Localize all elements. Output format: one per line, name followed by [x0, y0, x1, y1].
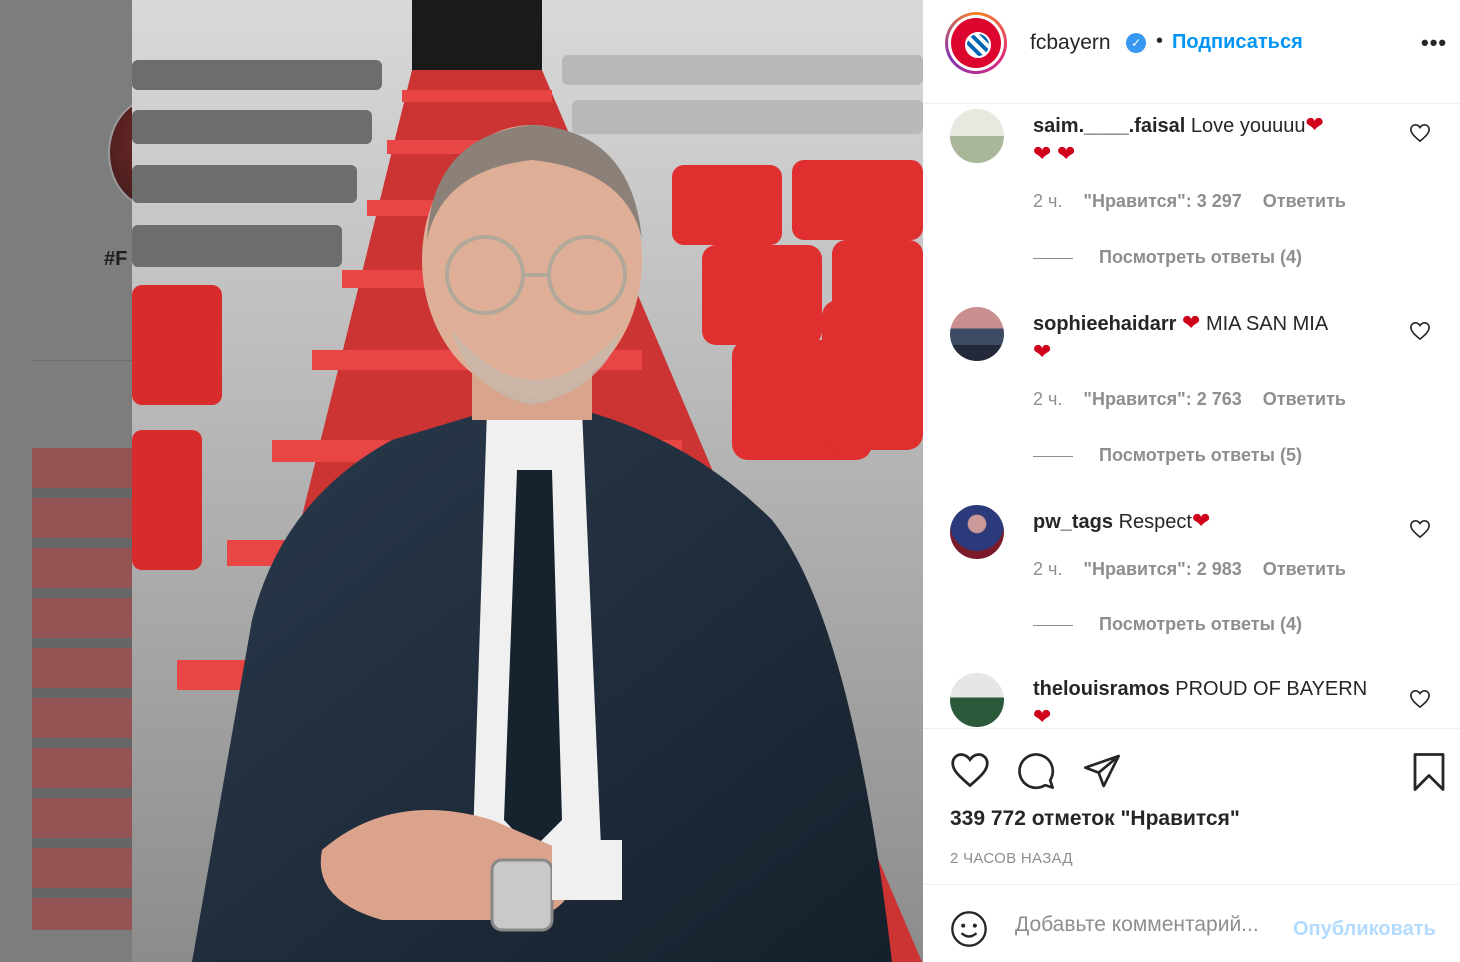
view-replies-button[interactable]: Посмотреть ответы (4)	[1033, 247, 1302, 268]
replies-dash	[1033, 624, 1073, 626]
comment-avatar[interactable]	[950, 109, 1004, 163]
heart-icon[interactable]	[949, 751, 991, 794]
view-replies-label: Посмотреть ответы (4)	[1099, 247, 1302, 267]
comment-username[interactable]: saim.____.faisal	[1033, 115, 1185, 137]
bookmark-icon[interactable]	[1411, 751, 1447, 798]
post-likes-count[interactable]: 339 772 отметок "Нравится"	[950, 807, 1240, 831]
follow-button[interactable]: Подписаться	[1172, 31, 1303, 54]
smile-icon[interactable]	[949, 909, 989, 954]
comment-body: thelouisramos PROUD OF BAYERN ❤	[1033, 675, 1383, 727]
comment-likes[interactable]: "Нравится": 3 297	[1083, 191, 1241, 211]
comment-meta: 2 ч. "Нравится": 2 983 Ответить	[1033, 559, 1362, 580]
heart-emoji-icon: ❤	[1033, 141, 1052, 166]
reply-button[interactable]: Ответить	[1263, 559, 1346, 579]
comment-username[interactable]: pw_tags	[1033, 511, 1113, 533]
author-avatar[interactable]	[945, 12, 1007, 74]
separator-dot: •	[1156, 30, 1164, 52]
comment-time: 2 ч.	[1033, 191, 1063, 211]
post-photo	[132, 0, 923, 962]
background-thumbnail	[32, 448, 132, 930]
comment-text: PROUD OF BAYERN	[1175, 678, 1368, 700]
post-actions: 339 772 отметок "Нравится" 2 ЧАСОВ НАЗАД	[923, 728, 1460, 884]
comment-username[interactable]: thelouisramos	[1033, 678, 1170, 700]
heart-emoji-icon: ❤	[1033, 704, 1052, 727]
heart-emoji-icon: ❤	[1191, 508, 1211, 533]
like-comment-icon[interactable]	[1409, 689, 1431, 714]
comment-likes[interactable]: "Нравится": 2 983	[1083, 559, 1241, 579]
comment-body: pw_tags Respect❤	[1033, 507, 1383, 536]
post-header: fcbayern ✓ • Подписаться •••	[923, 0, 1460, 104]
like-comment-icon[interactable]	[1409, 123, 1431, 148]
comment-avatar[interactable]	[950, 307, 1004, 361]
author-username[interactable]: fcbayern	[1030, 31, 1111, 55]
background-profile-page: #F	[0, 0, 132, 962]
share-icon[interactable]	[1081, 751, 1123, 796]
post-side-panel: fcbayern ✓ • Подписаться ••• saim.____.f…	[923, 0, 1460, 962]
comment-text: Respect	[1118, 511, 1192, 533]
reply-button[interactable]: Ответить	[1263, 191, 1346, 211]
like-comment-icon[interactable]	[1409, 321, 1431, 346]
background-divider	[32, 360, 132, 361]
background-hashtag: #F	[104, 248, 128, 270]
comment-body: sophieehaidarr ❤ MIA SAN MIA ❤	[1033, 309, 1383, 367]
publish-button[interactable]: Опубликовать	[1293, 918, 1436, 941]
comment-meta: 2 ч. "Нравится": 2 763 Ответить	[1033, 389, 1362, 410]
background-avatar	[108, 98, 132, 208]
view-replies-button[interactable]: Посмотреть ответы (4)	[1033, 614, 1302, 635]
comment-time: 2 ч.	[1033, 559, 1063, 579]
more-icon[interactable]: •••	[1421, 30, 1447, 56]
comments-list[interactable]: saim.____.faisal Love youuuu❤ ❤ ❤ 2 ч. "…	[923, 105, 1460, 727]
view-replies-button[interactable]: Посмотреть ответы (5)	[1033, 445, 1302, 466]
post-timestamp[interactable]: 2 ЧАСОВ НАЗАД	[950, 850, 1073, 867]
comment-avatar[interactable]	[950, 505, 1004, 559]
replies-dash	[1033, 455, 1073, 457]
comment-text: MIA SAN MIA	[1205, 313, 1329, 335]
comment-username[interactable]: sophieehaidarr	[1033, 313, 1176, 335]
replies-dash	[1033, 257, 1073, 259]
comment-body: saim.____.faisal Love youuuu❤ ❤ ❤	[1033, 111, 1383, 169]
comment-icon[interactable]	[1015, 751, 1057, 796]
comment-meta: 2 ч. "Нравится": 3 297 Ответить	[1033, 191, 1362, 212]
comment-input[interactable]	[1015, 913, 1293, 937]
verified-icon: ✓	[1126, 33, 1146, 53]
heart-emoji-icon: ❤	[1181, 310, 1201, 335]
fc-bayern-logo-icon	[951, 18, 1001, 68]
comment-time: 2 ч.	[1033, 389, 1063, 409]
heart-emoji-icon: ❤	[1305, 112, 1324, 137]
comment-avatar[interactable]	[950, 673, 1004, 727]
comment-likes[interactable]: "Нравится": 2 763	[1083, 389, 1241, 409]
heart-emoji-icon: ❤	[1033, 339, 1052, 364]
heart-emoji-icon: ❤	[1057, 141, 1076, 166]
reply-button[interactable]: Ответить	[1263, 389, 1346, 409]
view-replies-label: Посмотреть ответы (4)	[1099, 614, 1302, 634]
add-comment-bar: Опубликовать	[923, 884, 1460, 962]
comment-text: Love youuuu	[1190, 115, 1306, 137]
like-comment-icon[interactable]	[1409, 519, 1431, 544]
view-replies-label: Посмотреть ответы (5)	[1099, 445, 1302, 465]
